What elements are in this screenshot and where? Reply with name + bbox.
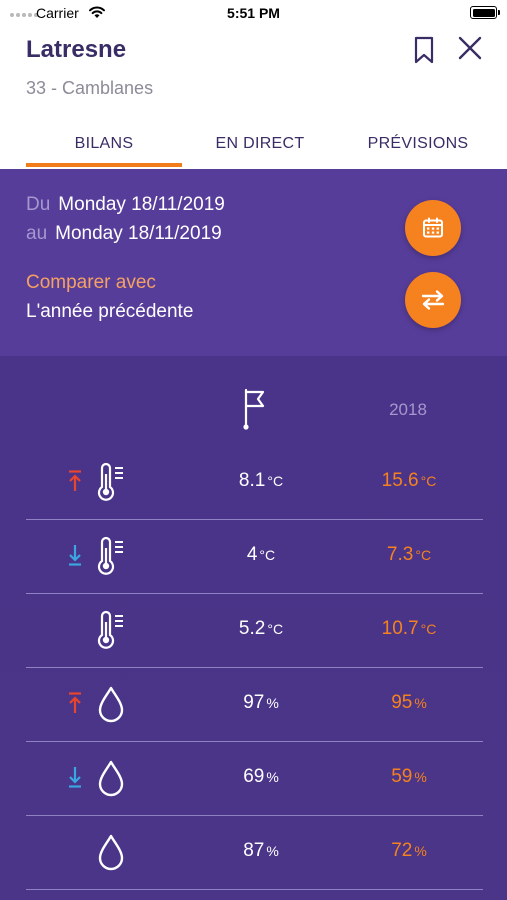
status-bar: Carrier 5:51 PM	[0, 0, 507, 28]
compare-cell: 15.6 °C	[381, 470, 437, 491]
tab-en-direct[interactable]: EN DIRECT	[182, 135, 338, 153]
close-icon[interactable]	[457, 35, 483, 61]
compare-cell: 59%	[391, 766, 427, 787]
value-cell: 5.2 °C	[238, 618, 284, 639]
table-row: 69% 59%	[26, 742, 483, 816]
drop-icon	[98, 760, 124, 797]
filter-section: Du Monday 18/11/2019 au Monday 18/11/2019 …	[0, 169, 507, 356]
station-subtitle: 33 - Camblanes	[26, 78, 154, 98]
table-row: 87% 72%	[26, 816, 483, 890]
thermometer-icon	[97, 536, 123, 575]
arrow-down-icon	[69, 545, 81, 566]
value-cell: 8.1 °C	[238, 470, 284, 491]
table-row: 4 °C 7.3 °C	[26, 520, 483, 594]
compare-button[interactable]	[405, 272, 461, 328]
thermometer-icon	[97, 610, 123, 649]
battery-icon	[470, 6, 500, 19]
bookmark-icon[interactable]	[412, 36, 436, 64]
table-row: 8.1 °C 15.6 °C	[26, 446, 483, 520]
flag-icon	[243, 388, 265, 430]
compare-cell: 72%	[391, 840, 427, 861]
calendar-button[interactable]	[405, 200, 461, 256]
swap-arrows-icon	[421, 290, 445, 310]
date-from[interactable]: Du Monday 18/11/2019	[26, 194, 225, 216]
date-from-value: Monday 18/11/2019	[58, 194, 225, 215]
calendar-icon	[423, 217, 443, 238]
value-cell: 97%	[243, 692, 279, 713]
compare-cell: 7.3 °C	[386, 544, 432, 565]
table-row: 97% 95%	[26, 668, 483, 742]
date-from-label: Du	[26, 194, 51, 215]
station-title: Latresne	[26, 36, 127, 63]
status-time: 5:51 PM	[227, 5, 280, 21]
value-cell: 69%	[243, 766, 279, 787]
compare-label: Comparer avec	[26, 272, 156, 293]
drop-icon	[98, 834, 124, 871]
tab-bilans[interactable]: BILANS	[26, 135, 182, 153]
active-tab-indicator	[26, 163, 182, 167]
tab-bar: BILANS EN DIRECT PRÉVISIONS	[0, 125, 507, 169]
tab-previsions[interactable]: PRÉVISIONS	[338, 135, 498, 153]
date-to-value: Monday 18/11/2019	[55, 223, 222, 244]
compare-cell: 95%	[391, 692, 427, 713]
table-row: 5.2 °C 10.7 °C	[26, 594, 483, 668]
arrow-down-icon	[69, 767, 81, 788]
thermometer-icon	[97, 462, 123, 501]
compare-year-header: 2018	[389, 400, 427, 419]
compare-value[interactable]: L'année précédente	[26, 301, 193, 323]
value-cell: 4 °C	[246, 544, 276, 565]
date-to-label: au	[26, 223, 48, 244]
drop-icon	[98, 686, 124, 723]
date-to[interactable]: au Monday 18/11/2019	[26, 223, 222, 245]
compare-cell: 10.7 °C	[381, 618, 437, 639]
row-divider	[26, 889, 483, 890]
value-cell: 87%	[243, 840, 279, 861]
arrow-up-icon	[69, 470, 81, 491]
arrow-up-icon	[69, 692, 81, 713]
bilans-panel: Du Monday 18/11/2019 au Monday 18/11/2019 …	[0, 169, 507, 900]
